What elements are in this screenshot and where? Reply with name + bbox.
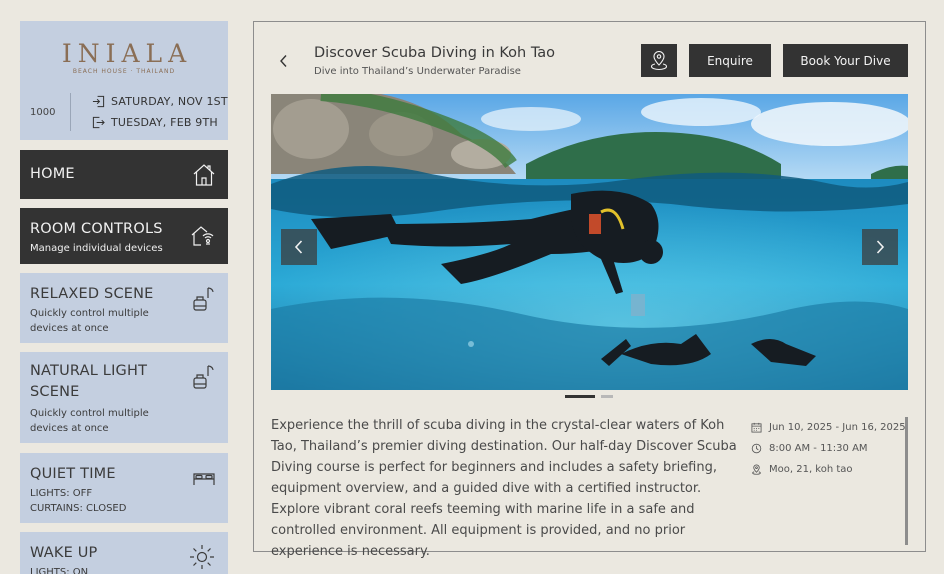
scene-natural-subtitle: Quickly control multiple devices at once bbox=[30, 408, 149, 434]
scuba-diving-photo bbox=[271, 94, 908, 390]
scene-relaxed[interactable]: RELAXED SCENE Quickly control multiple d… bbox=[20, 273, 228, 343]
checkout-label: TUESDAY, FEB 9TH bbox=[111, 116, 218, 129]
home-remote-icon bbox=[191, 226, 214, 246]
checkin-date: SATURDAY, NOV 1ST bbox=[92, 95, 228, 108]
divider bbox=[70, 93, 71, 131]
map-pin-icon bbox=[650, 50, 668, 70]
activity-time: 8:00 AM - 11:30 AM bbox=[751, 438, 906, 459]
map-button[interactable] bbox=[641, 44, 677, 77]
room-number: 1000 bbox=[30, 107, 56, 118]
hotel-logo: INIALA bbox=[61, 39, 193, 68]
scene-natural-light[interactable]: NATURAL LIGHT SCENE Quickly control mult… bbox=[20, 352, 228, 443]
scene-relaxed-subtitle: Quickly control multiple devices at once bbox=[30, 308, 149, 334]
activity-dates-label: Jun 10, 2025 - Jun 16, 2025 bbox=[769, 422, 906, 433]
activity-dates: Jun 10, 2025 - Jun 16, 2025 bbox=[751, 417, 906, 438]
activity-location-label: Moo, 21, koh tao bbox=[769, 464, 853, 475]
activity-description: Experience the thrill of scuba diving in… bbox=[271, 418, 737, 559]
scene-quiet-title: QUIET TIME bbox=[30, 466, 116, 482]
book-dive-button[interactable]: Book Your Dive bbox=[783, 44, 908, 77]
lamp-icon bbox=[193, 287, 214, 311]
checkin-label: SATURDAY, NOV 1ST bbox=[111, 95, 228, 108]
checkout-date: TUESDAY, FEB 9TH bbox=[92, 116, 218, 129]
back-button[interactable] bbox=[276, 51, 292, 71]
nav-room-controls[interactable]: ROOM CONTROLS Manage individual devices bbox=[20, 208, 228, 264]
activity-info: Jun 10, 2025 - Jun 16, 2025 8:00 AM - 11… bbox=[751, 417, 906, 480]
scene-quiet-time[interactable]: QUIET TIME LIGHTS: OFF CURTAINS: CLOSED bbox=[20, 453, 228, 523]
hotel-tagline: BEACH HOUSE · THAILAND bbox=[72, 68, 176, 75]
checkin-icon bbox=[92, 95, 105, 108]
chevron-left-icon bbox=[294, 240, 303, 254]
activity-time-label: 8:00 AM - 11:30 AM bbox=[769, 443, 868, 454]
nav-room-controls-label: ROOM CONTROLS bbox=[30, 221, 163, 237]
carousel-next-button[interactable] bbox=[862, 229, 898, 265]
scene-relaxed-title: RELAXED SCENE bbox=[30, 286, 154, 302]
location-pin-icon bbox=[752, 464, 761, 475]
carousel-indicator-2[interactable] bbox=[601, 395, 613, 398]
scene-natural-title: NATURAL LIGHT SCENE bbox=[30, 363, 148, 400]
scene-quiet-lights: LIGHTS: OFF bbox=[30, 488, 93, 499]
scene-wake-lights: LIGHTS: ON bbox=[30, 567, 89, 574]
carousel-indicators bbox=[565, 395, 613, 398]
sun-icon bbox=[190, 545, 214, 569]
chevron-left-icon bbox=[280, 55, 287, 67]
carousel-prev-button[interactable] bbox=[281, 229, 317, 265]
scene-wake-up[interactable]: WAKE UP LIGHTS: ON bbox=[20, 532, 228, 574]
calendar-icon bbox=[751, 422, 762, 433]
home-icon bbox=[193, 164, 215, 186]
lamp-icon bbox=[193, 365, 214, 389]
checkout-icon bbox=[92, 116, 105, 129]
chevron-right-icon bbox=[876, 240, 885, 254]
brand-card: INIALA BEACH HOUSE · THAILAND 1000 SATUR… bbox=[20, 21, 228, 140]
activity-subtitle: Dive into Thailand’s Underwater Paradise bbox=[314, 66, 521, 77]
bed-icon bbox=[193, 473, 215, 485]
nav-home-label: HOME bbox=[30, 166, 75, 182]
clock-icon bbox=[751, 443, 762, 454]
activity-location: Moo, 21, koh tao bbox=[751, 459, 906, 480]
nav-home[interactable]: HOME bbox=[20, 150, 228, 199]
enquire-button[interactable]: Enquire bbox=[689, 44, 771, 77]
activity-detail-panel: Discover Scuba Diving in Koh Tao Dive in… bbox=[253, 21, 926, 559]
scene-wake-title: WAKE UP bbox=[30, 545, 98, 561]
scene-quiet-curtains: CURTAINS: CLOSED bbox=[30, 503, 127, 514]
carousel-indicator-1[interactable] bbox=[565, 395, 595, 398]
hero-image-carousel[interactable] bbox=[271, 94, 908, 390]
activity-title: Discover Scuba Diving in Koh Tao bbox=[314, 45, 556, 61]
nav-room-controls-subtitle: Manage individual devices bbox=[30, 243, 163, 254]
description-scrollbar[interactable] bbox=[905, 417, 908, 545]
